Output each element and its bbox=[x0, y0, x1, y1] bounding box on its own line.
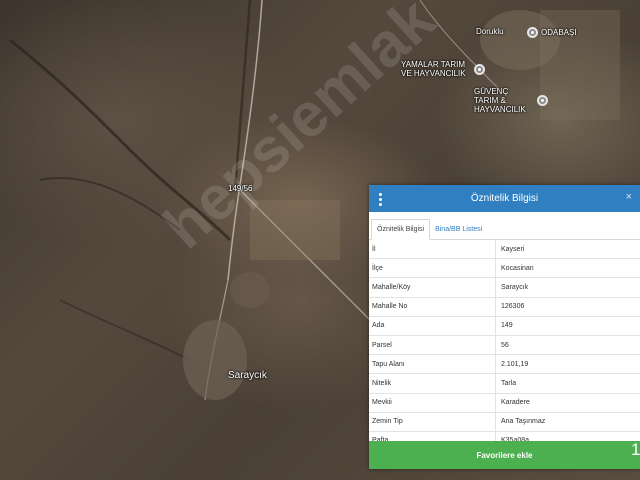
map-pin-icon bbox=[474, 63, 485, 75]
add-to-favorites-button[interactable]: Favorilere ekle bbox=[369, 441, 640, 469]
poi-label: GÜVENÇ TARIM & HAYVANCILIK bbox=[474, 87, 526, 114]
table-row: Zemin Tip Ana Taşınmaz bbox=[369, 412, 640, 432]
attribute-value: Kayseri bbox=[495, 240, 640, 260]
table-row: İlçe Kocasinan bbox=[369, 258, 640, 279]
attribute-value: Tarla bbox=[495, 373, 640, 394]
attribute-key: Mahalle/Köy bbox=[369, 277, 496, 298]
table-row: Mahalle/Köy Saraycık bbox=[369, 277, 640, 298]
attribute-key: Ada bbox=[369, 316, 496, 336]
kebab-menu-icon[interactable] bbox=[379, 193, 382, 206]
attribute-value: Kocasinan bbox=[495, 258, 640, 279]
attribute-value: 56 bbox=[495, 335, 640, 356]
table-row: Tapu Alanı 2.101,19 bbox=[369, 354, 640, 375]
poi-yamalar[interactable]: YAMALAR TARIM VE HAYVANCILIK bbox=[401, 60, 485, 78]
table-row: Nitelik Tarla bbox=[369, 373, 640, 394]
poi-label: YAMALAR TARIM VE HAYVANCILIK bbox=[401, 60, 466, 78]
attribute-value: 2.101,19 bbox=[495, 354, 640, 375]
map-pin-icon bbox=[537, 95, 548, 106]
table-row: Mevkii Karadere bbox=[369, 393, 640, 413]
attribute-key: Parsel bbox=[369, 335, 496, 356]
close-icon[interactable]: × bbox=[626, 191, 632, 203]
attribute-value: Ana Taşınmaz bbox=[495, 412, 640, 432]
attribute-key: Zemin Tip bbox=[369, 412, 496, 432]
panel-title: Öznitelik Bilgisi bbox=[470, 193, 539, 204]
attribute-value: 126306 bbox=[495, 297, 640, 317]
place-label-saraycik: Saraycık bbox=[228, 370, 267, 381]
attribute-value: 149 bbox=[495, 316, 640, 336]
poi-label: Doruklu bbox=[476, 27, 504, 36]
poi-odabasi[interactable]: ODABAŞI bbox=[527, 27, 577, 38]
panel-tabs: Öznitelik Bilgisi Bina/BB Listesi bbox=[369, 215, 640, 240]
panel-header: Öznitelik Bilgisi × bbox=[369, 185, 640, 212]
attribute-info-panel: Öznitelik Bilgisi × Öznitelik Bilgisi Bi… bbox=[369, 185, 640, 469]
road-label: 149/56 bbox=[228, 184, 253, 193]
table-row: İl Kayseri bbox=[369, 240, 640, 260]
tab-attribute-info[interactable]: Öznitelik Bilgisi bbox=[371, 219, 431, 240]
map-pin-icon bbox=[527, 27, 538, 38]
attribute-key: Mahalle No bbox=[369, 297, 496, 317]
attribute-table: İl Kayseri İlçe Kocasinan Mahalle/Köy Saray… bbox=[369, 240, 640, 452]
attribute-key: Nitelik bbox=[369, 373, 496, 394]
poi-doruklu[interactable]: Doruklu bbox=[476, 27, 504, 36]
table-row: Parsel 56 bbox=[369, 335, 640, 356]
table-row: Ada 149 bbox=[369, 316, 640, 336]
poi-guvenc[interactable]: GÜVENÇ TARIM & HAYVANCILIK bbox=[474, 87, 548, 114]
attribute-key: Mevkii bbox=[369, 393, 496, 413]
attribute-key: Tapu Alanı bbox=[369, 354, 496, 375]
attribute-key: İlçe bbox=[369, 258, 496, 279]
tab-building-list[interactable]: Bina/BB Listesi bbox=[430, 220, 487, 239]
attribute-key: İl bbox=[369, 240, 496, 260]
table-row: Mahalle No 126306 bbox=[369, 297, 640, 317]
attribute-value: Saraycık bbox=[495, 277, 640, 298]
attribute-value: Karadere bbox=[495, 393, 640, 413]
edge-digit: 1 bbox=[631, 440, 640, 459]
poi-label: ODABAŞI bbox=[541, 28, 577, 37]
